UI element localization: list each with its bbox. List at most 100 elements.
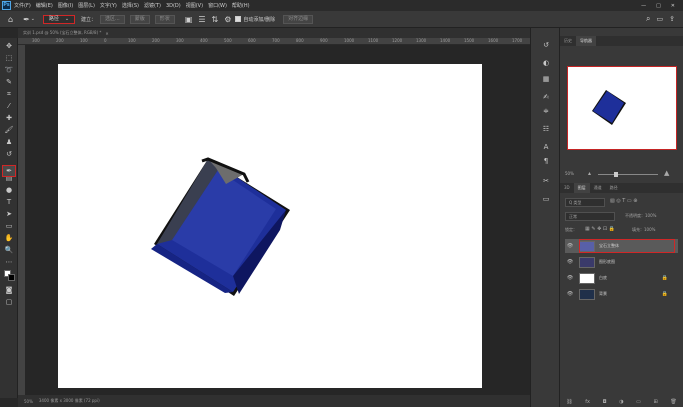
zoom-out-icon[interactable]: ▴ (588, 170, 591, 177)
adjustments-panel-icon[interactable]: ≑ (539, 106, 553, 116)
pen-tool-icon[interactable]: ✒ (23, 14, 30, 25)
document-tab[interactable]: 实训 1.psd @ 50% (宝石立整体, RGB/8) * ✕ (18, 28, 530, 38)
brush-tool-icon[interactable]: 🖌 (3, 125, 15, 135)
blend-mode-dropdown[interactable]: 正常 (565, 212, 615, 221)
menu-select[interactable]: 选择(S) (122, 2, 139, 9)
brush-settings-panel-icon[interactable]: ✍ (539, 92, 553, 102)
eyedropper-tool-icon[interactable]: ⁄ (3, 101, 15, 111)
crop-tool-icon[interactable]: ⌗ (3, 89, 15, 99)
eye-icon[interactable]: 👁 (565, 243, 575, 249)
layer-row[interactable]: 👁 图形底图 (565, 255, 678, 269)
make-mask-button[interactable]: 蒙版 (129, 14, 150, 24)
zoom-tool-icon[interactable]: 🔍 (3, 245, 15, 255)
menu-image[interactable]: 图像(I) (58, 2, 73, 9)
zoom-slider-track[interactable] (598, 174, 658, 175)
rectangle-tool-icon[interactable]: ▭ (3, 221, 15, 231)
zoom-in-icon[interactable]: ▲ (664, 169, 669, 177)
tab-navigator[interactable]: 导航器 (576, 36, 596, 46)
stamp-tool-icon[interactable]: ♟ (3, 137, 15, 147)
tab-channels[interactable]: 通道 (590, 183, 606, 193)
marquee-tool-icon[interactable]: ⬚ (3, 53, 15, 63)
libraries-panel-icon[interactable]: ▭ (539, 194, 553, 204)
menu-filter[interactable]: 滤镜(T) (144, 2, 161, 9)
path-alignment-icon[interactable]: ☰ (198, 14, 205, 25)
path-operations-icon[interactable]: ▣ (185, 14, 193, 25)
make-shape-button[interactable]: 形状 (154, 14, 175, 24)
lock-icons[interactable]: ▦ ✎ ✥ ⊡ 🔒 (585, 226, 615, 232)
quick-mask-icon[interactable]: ◙ (3, 285, 15, 295)
screen-mode-icon[interactable]: ▢ (3, 297, 15, 307)
align-edges-button[interactable]: 对齐边缘 (283, 14, 314, 24)
tab-layers[interactable]: 图层 (573, 183, 590, 193)
menu-view[interactable]: 视图(V) (186, 2, 203, 9)
eye-icon[interactable]: 👁 (565, 259, 575, 265)
color-panel-icon[interactable]: ◐ (539, 58, 553, 68)
layer-name[interactable]: 白底 (599, 275, 607, 281)
tab-paths[interactable]: 路径 (606, 183, 622, 193)
lasso-tool-icon[interactable]: ➰ (3, 65, 15, 75)
type-tool-icon[interactable]: T (3, 197, 15, 207)
menu-file[interactable]: 文件(F) (14, 2, 31, 9)
more-tools-icon[interactable]: ⋯ (3, 257, 15, 267)
paragraph-panel-icon[interactable]: ¶ (539, 156, 553, 166)
history-panel-icon[interactable]: ↺ (539, 40, 553, 50)
document-canvas[interactable] (58, 64, 482, 388)
new-group-icon[interactable]: ▭ (636, 399, 641, 405)
new-layer-icon[interactable]: ⊞ (654, 399, 658, 405)
menu-layer[interactable]: 图层(L) (78, 2, 95, 9)
hand-tool-icon[interactable]: ✋ (3, 233, 15, 243)
menu-3d[interactable]: 3D(D) (166, 3, 181, 9)
menu-help[interactable]: 帮助(H) (232, 2, 250, 9)
dodge-tool-icon[interactable]: ● (3, 185, 15, 195)
link-layers-icon[interactable]: ⛓ (566, 399, 572, 405)
menu-type[interactable]: 文字(Y) (100, 2, 117, 9)
path-arrangement-icon[interactable]: ⇅ (212, 14, 219, 25)
layer-style-icon[interactable]: fx (585, 399, 590, 405)
workspace-icon[interactable]: ▭ (657, 14, 664, 25)
path-selection-tool-icon[interactable]: ➤ (3, 209, 15, 219)
make-selection-button[interactable]: 选区... (100, 14, 125, 24)
gear-icon[interactable]: ⚙ (224, 14, 231, 25)
properties-panel-icon[interactable]: ☷ (539, 124, 553, 134)
status-zoom[interactable]: 50% (24, 399, 33, 404)
tools-preset-panel-icon[interactable]: ✂ (539, 176, 553, 186)
close-tab-icon[interactable]: ✕ (105, 31, 108, 36)
navigator-zoom-value[interactable]: 50% (565, 171, 574, 176)
auto-add-delete-checkbox[interactable] (235, 16, 242, 22)
layer-name[interactable]: 图形底图 (599, 259, 615, 265)
fill-control[interactable]: 填充：100% (632, 227, 655, 233)
layer-row[interactable]: 👁 背景 🔒 (565, 287, 678, 301)
tab-3d[interactable]: 3D (560, 183, 574, 193)
pen-tool-icon-active[interactable]: ✒ (2, 165, 16, 177)
adjustment-layer-icon[interactable]: ◑ (619, 399, 623, 405)
move-tool-icon[interactable]: ✥ (3, 41, 15, 51)
swatches-panel-icon[interactable]: ▦ (539, 74, 553, 84)
menu-window[interactable]: 窗口(W) (208, 2, 227, 9)
navigator-preview[interactable] (567, 66, 677, 150)
pen-mode-dropdown[interactable]: 路径 ⌄ (42, 14, 75, 24)
layer-filter-icons[interactable]: ▧ ◎ T ▭ ⊕ (610, 198, 637, 204)
quick-select-tool-icon[interactable]: ✎ (3, 77, 15, 87)
layer-name[interactable]: 背景 (599, 291, 607, 297)
minimize-button[interactable]: — (641, 3, 646, 9)
tab-history[interactable]: 历史 (560, 36, 576, 46)
character-panel-icon[interactable]: A (539, 142, 553, 152)
menu-edit[interactable]: 编辑(E) (36, 2, 53, 9)
healing-brush-tool-icon[interactable]: ✚ (3, 113, 15, 123)
trash-icon[interactable]: 🗑 (670, 399, 676, 405)
layer-filter-dropdown[interactable]: Q 类型 (565, 198, 605, 207)
home-icon[interactable]: ⌂ (8, 14, 13, 25)
layer-row[interactable]: 👁 白底 🔒 (565, 271, 678, 285)
background-color-swatch[interactable] (8, 274, 15, 281)
opacity-control[interactable]: 不透明度：100% (625, 213, 656, 219)
eye-icon[interactable]: 👁 (565, 275, 575, 281)
eye-icon[interactable]: 👁 (565, 291, 575, 297)
maximize-button[interactable]: □ (656, 3, 661, 9)
search-icon[interactable]: ⌕ (646, 14, 650, 25)
history-brush-tool-icon[interactable]: ↺ (3, 149, 15, 159)
close-button[interactable]: ✕ (671, 3, 675, 9)
share-icon[interactable]: ⇪ (669, 14, 675, 25)
add-mask-icon[interactable]: ◘ (603, 399, 607, 405)
zoom-slider-thumb[interactable] (614, 172, 618, 177)
tool-preset-chevron-icon[interactable]: ⌄ (31, 14, 35, 25)
